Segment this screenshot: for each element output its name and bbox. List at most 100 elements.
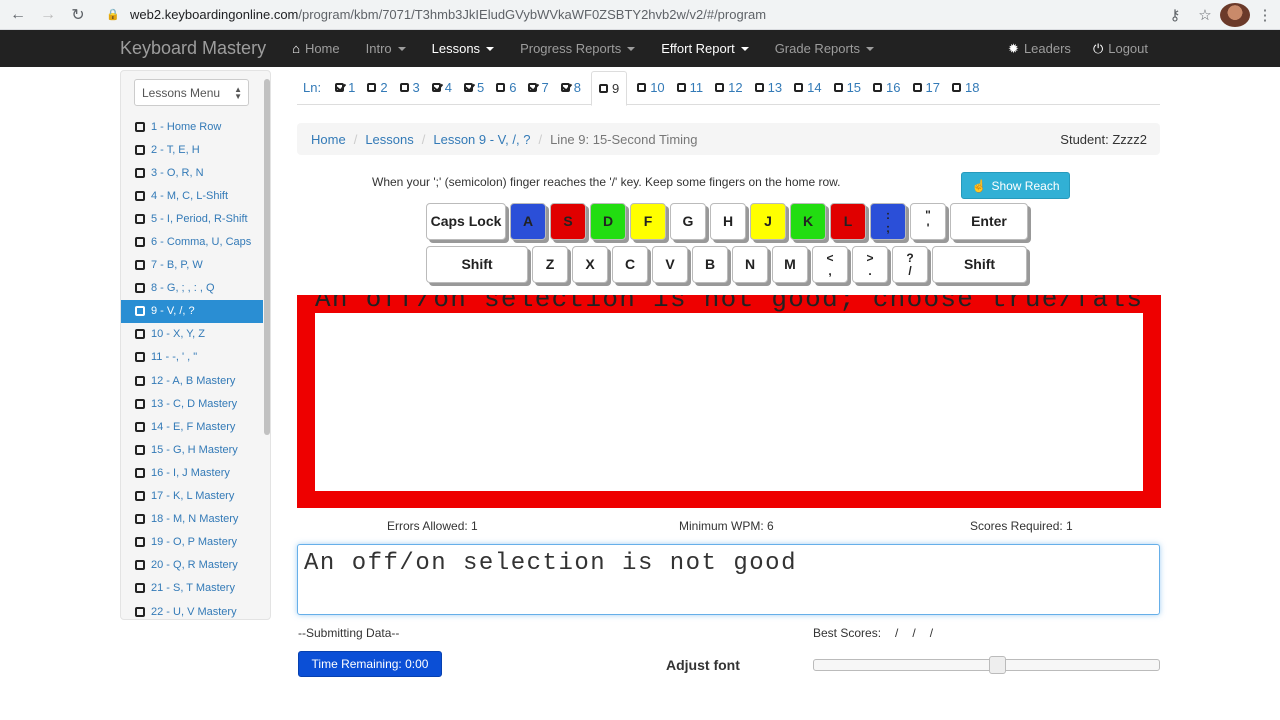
sidebar-lesson-item[interactable]: 22 - U, V Mastery	[121, 600, 263, 619]
sidebar-lesson-item[interactable]: 5 - I, Period, R-Shift	[121, 207, 263, 230]
address-bar[interactable]: 🔒 web2.keyboardingonline.com/program/kbm…	[96, 2, 1216, 26]
key-icon[interactable]: ⚷	[1160, 3, 1190, 27]
sidebar-lesson-item[interactable]: 7 - B, P, W	[121, 254, 263, 277]
lesson-label: 17 - K, L Mastery	[151, 490, 235, 503]
key-label: B	[704, 256, 716, 272]
nav-logout[interactable]: ⏻ Logout	[1093, 41, 1148, 57]
key-label: Caps Lock	[430, 213, 502, 229]
line-tab-14[interactable]: 14	[792, 71, 823, 105]
sidebar-lesson-item[interactable]: 13 - C, D Mastery	[121, 392, 263, 415]
typing-input[interactable]: An off/on selection is not good	[297, 544, 1160, 615]
line-tab-5[interactable]: 5	[462, 71, 486, 105]
back-icon[interactable]: ←	[6, 3, 30, 27]
cog-icon: ✹	[1008, 40, 1019, 56]
reload-icon[interactable]: ↻	[66, 3, 90, 27]
nav-lessons[interactable]: Lessons	[432, 41, 495, 56]
avatar	[1220, 3, 1250, 27]
reach-instruction: When your ';' (semicolon) finger reaches…	[372, 175, 841, 189]
nav-leaders[interactable]: ✹ Leaders	[1008, 41, 1071, 57]
line-tab-12[interactable]: 12	[713, 71, 744, 105]
lesson-label: 4 - M, C, L-Shift	[151, 189, 229, 202]
sidebar-lesson-item[interactable]: 17 - K, L Mastery	[121, 485, 263, 508]
lesson-label: 9 - V, /, ?	[151, 305, 195, 318]
nav-intro[interactable]: Intro	[366, 41, 406, 56]
main-navbar: Keyboard Mastery ⌂ Home Intro Lessons Pro…	[0, 30, 1280, 67]
sidebar-lesson-item[interactable]: 4 - M, C, L-Shift	[121, 184, 263, 207]
nav-progress-reports[interactable]: Progress Reports	[520, 41, 636, 56]
key-shift: Shift	[426, 246, 528, 283]
nav-grade-reports[interactable]: Grade Reports	[775, 41, 874, 56]
sidebar-lesson-item[interactable]: 6 - Comma, U, Caps	[121, 230, 263, 253]
line-tab-17[interactable]: 17	[911, 71, 942, 105]
checkbox-icon	[598, 83, 608, 93]
line-tab-number: 1	[348, 80, 356, 95]
checked-box-icon	[560, 83, 570, 92]
lessons-sidebar: Lessons Menu ▲ ▼ 1 - Home Row 2 - T, E, H 3…	[120, 70, 271, 620]
line-tab-9[interactable]: 9	[590, 70, 628, 106]
line-tab-6[interactable]: 6	[494, 71, 518, 105]
sidebar-lesson-item[interactable]: 8 - G, ; , : , Q	[121, 277, 263, 300]
line-tab-10[interactable]: 10	[635, 71, 666, 105]
sidebar-lesson-item[interactable]: 3 - O, R, N	[121, 161, 263, 184]
line-tab-7[interactable]: 7	[526, 71, 550, 105]
home-icon: ⌂	[292, 41, 300, 56]
line-tab-11[interactable]: 11	[675, 71, 706, 105]
lessons-menu-select[interactable]: Lessons Menu ▲ ▼	[134, 79, 249, 106]
sidebar-lesson-item[interactable]: 12 - A, B Mastery	[121, 369, 263, 392]
checked-box-icon	[464, 83, 474, 92]
sidebar-lesson-item[interactable]: 20 - Q, R Mastery	[121, 554, 263, 577]
key-label: Z	[545, 256, 555, 272]
nav-home[interactable]: ⌂ Home	[292, 41, 340, 56]
key-char: " '	[910, 203, 946, 240]
adjust-font-label: Adjust font	[666, 657, 740, 673]
sidebar-lesson-item[interactable]: 2 - T, E, H	[121, 138, 263, 161]
line-tab-3[interactable]: 3	[398, 71, 422, 105]
show-reach-button[interactable]: ☝ Show Reach	[961, 172, 1070, 199]
checkbox-icon	[135, 583, 145, 594]
line-tab-16[interactable]: 16	[871, 71, 902, 105]
sidebar-lesson-item[interactable]: 16 - I, J Mastery	[121, 461, 263, 484]
profile-avatar[interactable]	[1220, 3, 1250, 27]
menu-dots-icon[interactable]: ⋮	[1250, 3, 1280, 27]
key-label-lower: ,	[828, 263, 832, 278]
sidebar-lesson-item[interactable]: 14 - E, F Mastery	[121, 415, 263, 438]
breadcrumb-separator: /	[421, 131, 426, 147]
sidebar-lesson-item[interactable]: 9 - V, /, ?	[121, 299, 263, 323]
line-tab-8[interactable]: 8	[559, 71, 583, 105]
checkbox-icon	[135, 444, 145, 455]
sidebar-lesson-item[interactable]: 19 - O, P Mastery	[121, 531, 263, 554]
sidebar-lesson-item[interactable]: 10 - X, Y, Z	[121, 323, 263, 346]
nav-effort-report[interactable]: Effort Report	[661, 41, 749, 56]
checkbox-icon	[135, 237, 145, 248]
sidebar-lesson-item[interactable]: 18 - M, N Mastery	[121, 508, 263, 531]
line-tab-15[interactable]: 15	[832, 71, 863, 105]
sidebar-lesson-item[interactable]: 21 - S, T Mastery	[121, 577, 263, 600]
checkbox-icon	[715, 83, 725, 92]
text-display-clip: An off/on selection is not good; choose …	[315, 295, 1143, 313]
line-tab-2[interactable]: 2	[365, 71, 389, 105]
line-tab-13[interactable]: 13	[753, 71, 784, 105]
sidebar-scrollbar[interactable]	[264, 79, 270, 435]
breadcrumb-home[interactable]: Home	[311, 132, 346, 147]
key-char: C	[612, 246, 648, 283]
bookmark-star-icon[interactable]: ☆	[1190, 3, 1220, 27]
font-size-slider[interactable]	[813, 656, 1160, 674]
checkbox-icon	[833, 83, 843, 92]
brand-logo[interactable]: Keyboard Mastery	[120, 38, 266, 59]
breadcrumb-lesson[interactable]: Lesson 9 - V, /, ?	[433, 132, 530, 147]
forward-icon[interactable]: →	[36, 3, 60, 27]
breadcrumb-lessons[interactable]: Lessons	[365, 132, 413, 147]
key-label-lower: /	[908, 263, 912, 278]
slider-thumb[interactable]	[988, 656, 1006, 674]
line-tab-4[interactable]: 4	[430, 71, 454, 105]
line-tabs-label: Ln:	[303, 80, 322, 95]
checkbox-icon	[912, 83, 922, 92]
sidebar-lesson-item[interactable]: 15 - G, H Mastery	[121, 438, 263, 461]
line-tab-number: 18	[964, 80, 980, 95]
sidebar-lesson-item[interactable]: 11 - -, ' , "	[121, 346, 263, 369]
time-remaining-button[interactable]: Time Remaining: 0:00	[298, 651, 442, 677]
sidebar-lesson-item[interactable]: 1 - Home Row	[121, 115, 263, 138]
line-tab-18[interactable]: 18	[950, 71, 981, 105]
line-tab-number: 7	[541, 80, 549, 95]
line-tab-1[interactable]: 1	[333, 71, 357, 105]
